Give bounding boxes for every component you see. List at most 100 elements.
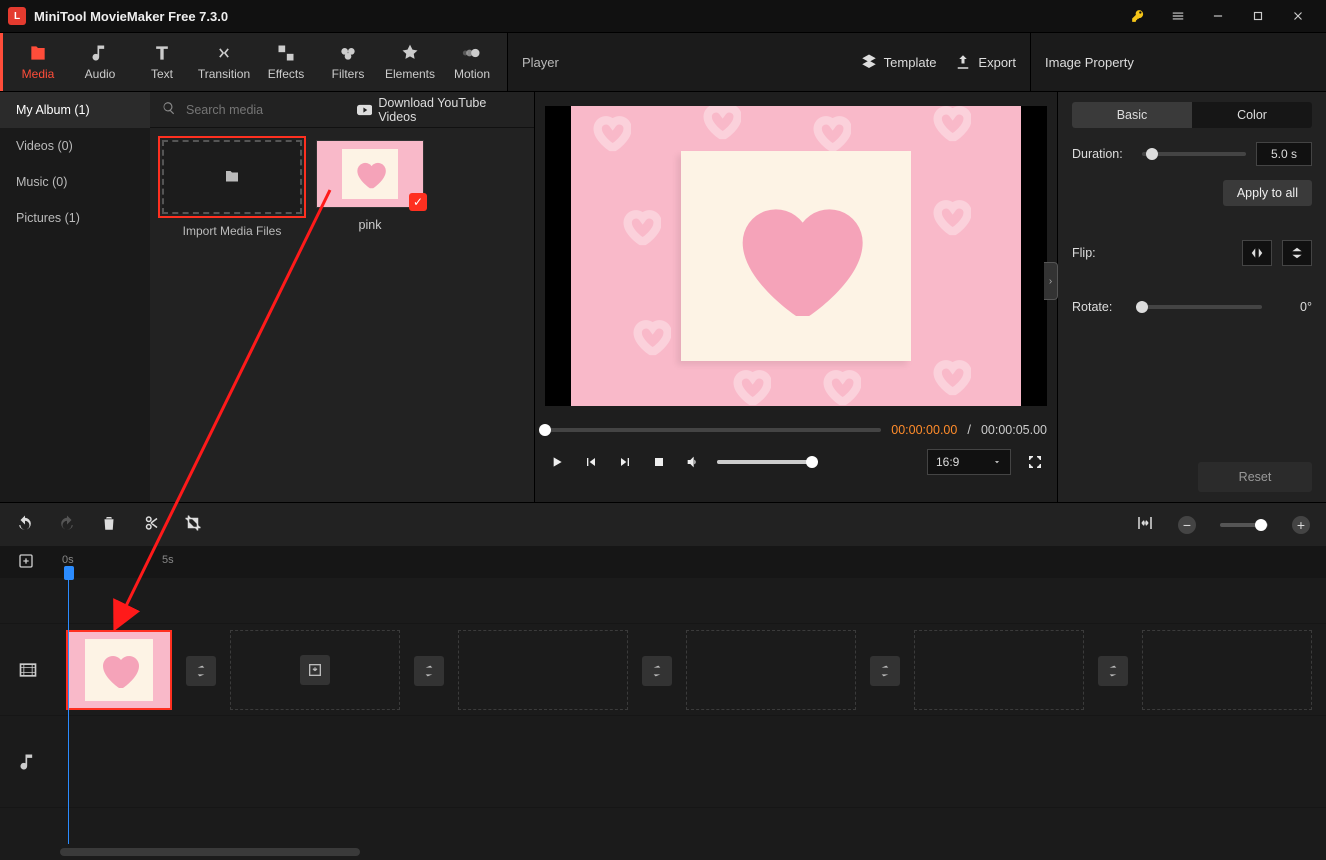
overlay-track[interactable]	[0, 578, 1326, 624]
minimize-button[interactable]	[1198, 0, 1238, 32]
text-icon	[152, 43, 172, 63]
flip-label: Flip:	[1072, 246, 1132, 260]
fit-timeline-button[interactable]	[1136, 514, 1154, 535]
playhead-line[interactable]	[68, 578, 69, 844]
drop-media-icon	[300, 655, 330, 685]
module-tabs: Media Audio Text Transition Effects Filt…	[0, 33, 507, 91]
zoom-out-button[interactable]: −	[1178, 516, 1196, 534]
play-button[interactable]	[547, 452, 567, 472]
redo-button[interactable]	[58, 514, 76, 535]
delete-button[interactable]	[100, 514, 118, 535]
tab-transition[interactable]: Transition	[193, 33, 255, 91]
expand-properties-handle[interactable]: ›	[1044, 262, 1058, 300]
transition-slot-1[interactable]	[186, 656, 216, 686]
properties-tabs: Basic Color	[1072, 102, 1312, 128]
player-viewport	[545, 106, 1047, 406]
duration-label: Duration:	[1072, 147, 1132, 161]
import-media-dropzone[interactable]	[162, 140, 302, 214]
chevron-down-icon	[992, 457, 1002, 467]
aspect-ratio-select[interactable]: 16:9	[927, 449, 1011, 475]
timeline-ruler[interactable]: 0s 5s	[0, 546, 1326, 578]
tab-media[interactable]: Media	[7, 33, 69, 91]
video-track[interactable]	[0, 624, 1326, 716]
transition-slot-3[interactable]	[642, 656, 672, 686]
app-title: MiniTool MovieMaker Free 7.3.0	[34, 9, 228, 24]
split-button[interactable]	[142, 514, 160, 535]
close-button[interactable]	[1278, 0, 1318, 32]
export-button[interactable]: Export	[954, 53, 1016, 71]
tab-elements[interactable]: Elements	[379, 33, 441, 91]
tab-audio[interactable]: Audio	[69, 33, 131, 91]
audio-track[interactable]	[0, 716, 1326, 808]
empty-clip-slot[interactable]	[686, 630, 856, 710]
add-track-icon[interactable]	[18, 553, 40, 572]
sidebar-item-myalbum[interactable]: My Album (1)	[0, 92, 150, 128]
reset-button[interactable]: Reset	[1198, 462, 1312, 492]
tab-motion-label: Motion	[454, 67, 490, 81]
timeline-scrollbar[interactable]	[0, 844, 1326, 860]
import-media-card[interactable]: Import Media Files	[162, 140, 302, 238]
search-icon	[162, 101, 176, 118]
video-track-icon	[0, 660, 56, 680]
time-sep: /	[967, 422, 971, 437]
filters-icon	[338, 43, 358, 63]
empty-clip-slot[interactable]	[1142, 630, 1312, 710]
transition-slot-5[interactable]	[1098, 656, 1128, 686]
seek-slider[interactable]	[545, 428, 881, 432]
duration-value[interactable]: 5.0 s	[1256, 142, 1312, 166]
transition-slot-4[interactable]	[870, 656, 900, 686]
prev-frame-button[interactable]	[581, 452, 601, 472]
elements-icon	[400, 43, 420, 63]
duration-slider[interactable]	[1142, 152, 1246, 156]
properties-title: Image Property	[1045, 55, 1134, 70]
import-media-label: Import Media Files	[162, 224, 302, 238]
flip-horizontal-button[interactable]	[1242, 240, 1272, 266]
seek-bar-row: 00:00:00.00 / 00:00:05.00	[545, 422, 1047, 437]
undo-button[interactable]	[16, 514, 34, 535]
ruler-tick-1: 5s	[162, 554, 174, 566]
stop-button[interactable]	[649, 452, 669, 472]
sidebar-item-music[interactable]: Music (0)	[0, 164, 150, 200]
motion-icon	[462, 43, 482, 63]
next-frame-button[interactable]	[615, 452, 635, 472]
tab-filters[interactable]: Filters	[317, 33, 379, 91]
tab-effects-label: Effects	[268, 67, 304, 81]
zoom-slider[interactable]	[1220, 523, 1268, 527]
menu-icon[interactable]	[1158, 0, 1198, 32]
rotate-slider[interactable]	[1142, 305, 1262, 309]
prop-tab-color[interactable]: Color	[1192, 102, 1312, 128]
zoom-in-button[interactable]: +	[1292, 516, 1310, 534]
download-youtube-button[interactable]: Download YouTube Videos	[357, 96, 522, 124]
transition-slot-2[interactable]	[414, 656, 444, 686]
download-youtube-label: Download YouTube Videos	[378, 96, 522, 124]
sidebar-item-pictures[interactable]: Pictures (1)	[0, 200, 150, 236]
template-button[interactable]: Template	[860, 53, 937, 71]
volume-slider[interactable]	[717, 460, 812, 464]
prop-tab-basic[interactable]: Basic	[1072, 102, 1192, 128]
timeline-clip-pink[interactable]	[66, 630, 172, 710]
player-header-label: Player	[522, 55, 559, 70]
fullscreen-button[interactable]	[1025, 452, 1045, 472]
effects-icon	[276, 43, 296, 63]
media-icon	[28, 43, 48, 63]
tab-text[interactable]: Text	[131, 33, 193, 91]
apply-to-all-button[interactable]: Apply to all	[1223, 180, 1312, 206]
empty-clip-slot[interactable]	[458, 630, 628, 710]
timeline-toolbar: − +	[0, 502, 1326, 546]
empty-clip-slot[interactable]	[230, 630, 400, 710]
empty-clip-slot[interactable]	[914, 630, 1084, 710]
tab-motion[interactable]: Motion	[441, 33, 503, 91]
media-panel: My Album (1) Download YouTube Videos Vid…	[0, 92, 534, 502]
media-thumb-pink[interactable]: ✓ pink	[316, 140, 424, 232]
license-key-icon[interactable]	[1118, 0, 1158, 32]
player-header: Player Template Export	[507, 33, 1031, 91]
volume-icon[interactable]	[683, 452, 703, 472]
maximize-button[interactable]	[1238, 0, 1278, 32]
tab-filters-label: Filters	[332, 67, 365, 81]
search-input[interactable]	[186, 103, 347, 117]
crop-button[interactable]	[184, 514, 202, 535]
tab-effects[interactable]: Effects	[255, 33, 317, 91]
sidebar-item-videos[interactable]: Videos (0)	[0, 128, 150, 164]
flip-vertical-button[interactable]	[1282, 240, 1312, 266]
preview-heart-card	[681, 151, 911, 361]
